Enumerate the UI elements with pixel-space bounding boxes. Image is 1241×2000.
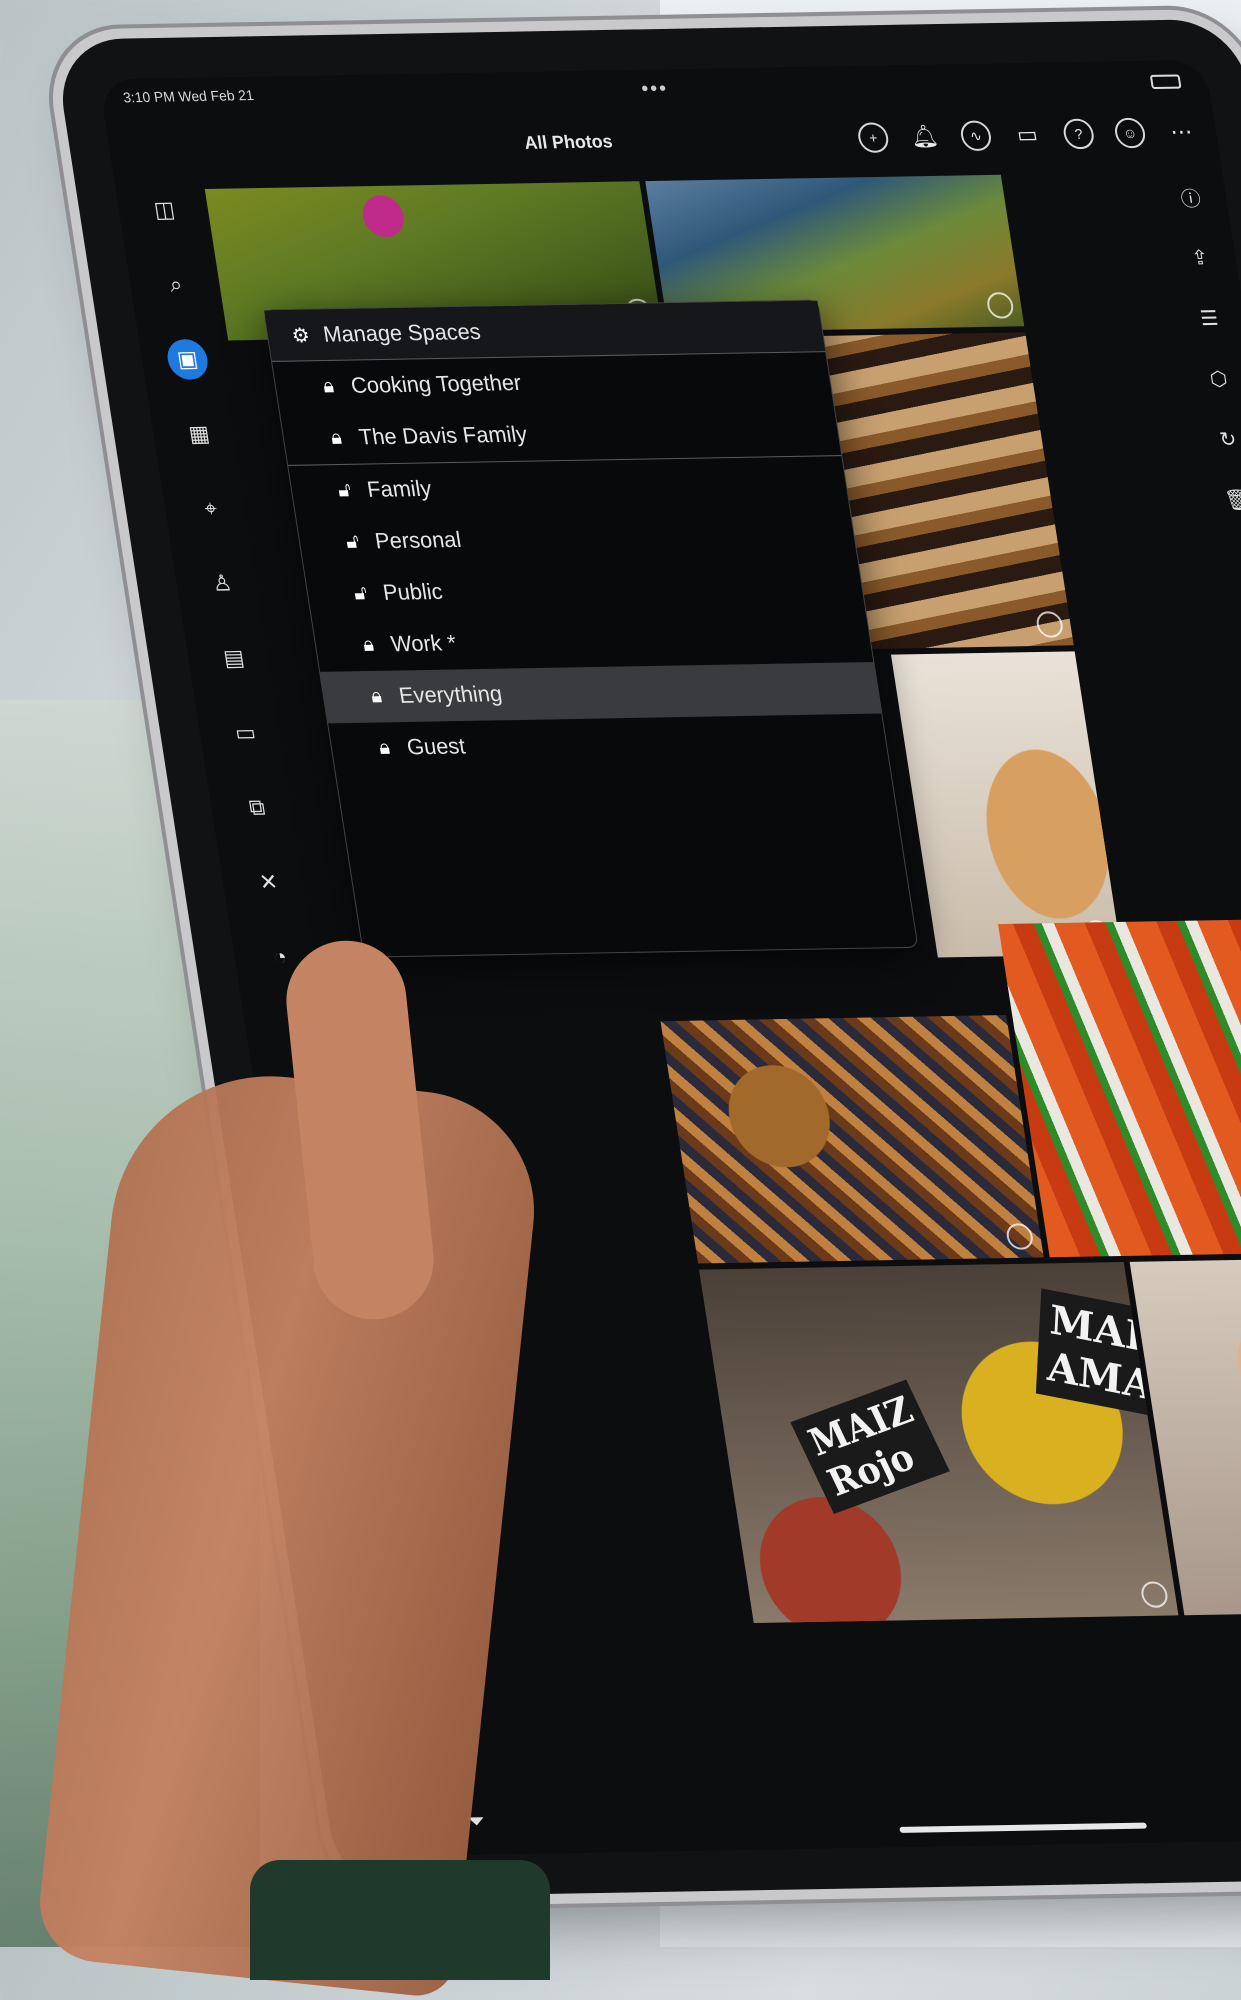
space-label: Family — [365, 475, 434, 502]
unlock-icon: 🔓︎ — [344, 530, 361, 553]
space-label: Public — [381, 578, 445, 605]
space-label: Personal — [373, 526, 463, 554]
devices-icon[interactable]: ▭ — [1010, 119, 1044, 150]
space-label: Guest — [405, 733, 467, 760]
calendar-icon[interactable]: ▦ — [176, 414, 222, 455]
unlock-icon: 🔓︎ — [352, 581, 369, 604]
duplicates-icon[interactable]: ⧉ — [234, 787, 280, 828]
photo-tile[interactable] — [660, 1015, 1044, 1264]
lock-icon: 🔒︎ — [377, 736, 392, 759]
multitask-dots[interactable]: ••• — [640, 77, 670, 101]
tools-icon[interactable]: ✕ — [246, 862, 292, 903]
manage-spaces-label: Manage Spaces — [321, 318, 483, 347]
spaces-menu: ⚙ Manage Spaces 🔒︎ Cooking Together 🔒︎ T… — [263, 299, 919, 958]
add-circle-icon[interactable]: + — [856, 122, 891, 153]
battery-icon — [1149, 74, 1182, 90]
lock-icon: 🔒︎ — [329, 426, 344, 449]
status-bar-time: 3:10 PM Wed Feb 21 — [121, 86, 255, 106]
market-sign: MAIZ Rojo — [790, 1379, 950, 1514]
lock-icon: 🔒︎ — [369, 684, 384, 707]
search-icon[interactable]: ⌕ — [153, 264, 199, 305]
home-indicator[interactable] — [899, 1822, 1148, 1833]
tag-icon[interactable]: ⬡ — [1201, 363, 1235, 394]
photo-tile[interactable] — [890, 651, 1122, 958]
photos-icon[interactable]: ▣ — [164, 338, 211, 380]
people-icon[interactable]: ♙ — [199, 563, 245, 604]
rotate-icon[interactable]: ↻ — [1211, 424, 1241, 455]
folder-icon[interactable]: ▭ — [223, 712, 269, 753]
lock-icon: 🔒︎ — [321, 374, 336, 397]
sidebar-toggle-icon[interactable]: ◫ — [142, 189, 188, 230]
gear-icon: ⚙ — [290, 324, 312, 347]
space-item-guest[interactable]: 🔒︎ Guest — [328, 714, 889, 775]
notification-bell-icon[interactable]: 🔔︎ — [907, 121, 941, 152]
share-icon[interactable]: ⇪ — [1183, 242, 1217, 273]
photo-tile[interactable]: MAIZ AMARILLO MAIZ Rojo — [699, 1262, 1179, 1623]
select-circle-icon[interactable] — [1004, 1223, 1035, 1250]
unlock-icon: 🔓︎ — [336, 478, 353, 501]
space-label: Cooking Together — [349, 369, 523, 398]
toolbar-icons: + 🔔︎ ∿ ▭ ? ☺ ⋯ — [856, 117, 1198, 153]
more-icon[interactable]: ⋯ — [1164, 117, 1198, 148]
space-label: The Davis Family — [357, 421, 529, 450]
account-icon[interactable]: ☺ — [1112, 117, 1148, 149]
sleeve — [250, 1860, 550, 1980]
activity-icon[interactable]: ∿ — [958, 120, 994, 152]
albums-icon[interactable]: ▤ — [211, 638, 257, 679]
info-icon[interactable]: ⓘ — [1173, 181, 1207, 212]
help-icon[interactable]: ? — [1061, 118, 1096, 150]
lock-icon: 🔒︎ — [361, 633, 376, 656]
top-toolbar: All Photos + 🔔︎ ∿ ▭ ? ☺ ⋯ — [106, 108, 1220, 178]
location-icon[interactable]: ⌖ — [188, 488, 234, 529]
space-label: Everything — [397, 680, 504, 708]
page-title: All Photos — [522, 131, 614, 153]
select-circle-icon[interactable] — [985, 292, 1016, 319]
adjust-icon[interactable]: ☰ — [1192, 302, 1226, 333]
select-circle-icon[interactable] — [1034, 611, 1065, 638]
space-label: Work * — [389, 630, 458, 657]
select-circle-icon[interactable] — [1139, 1581, 1170, 1608]
trash-icon[interactable]: 🗑︎ — [1220, 484, 1241, 515]
